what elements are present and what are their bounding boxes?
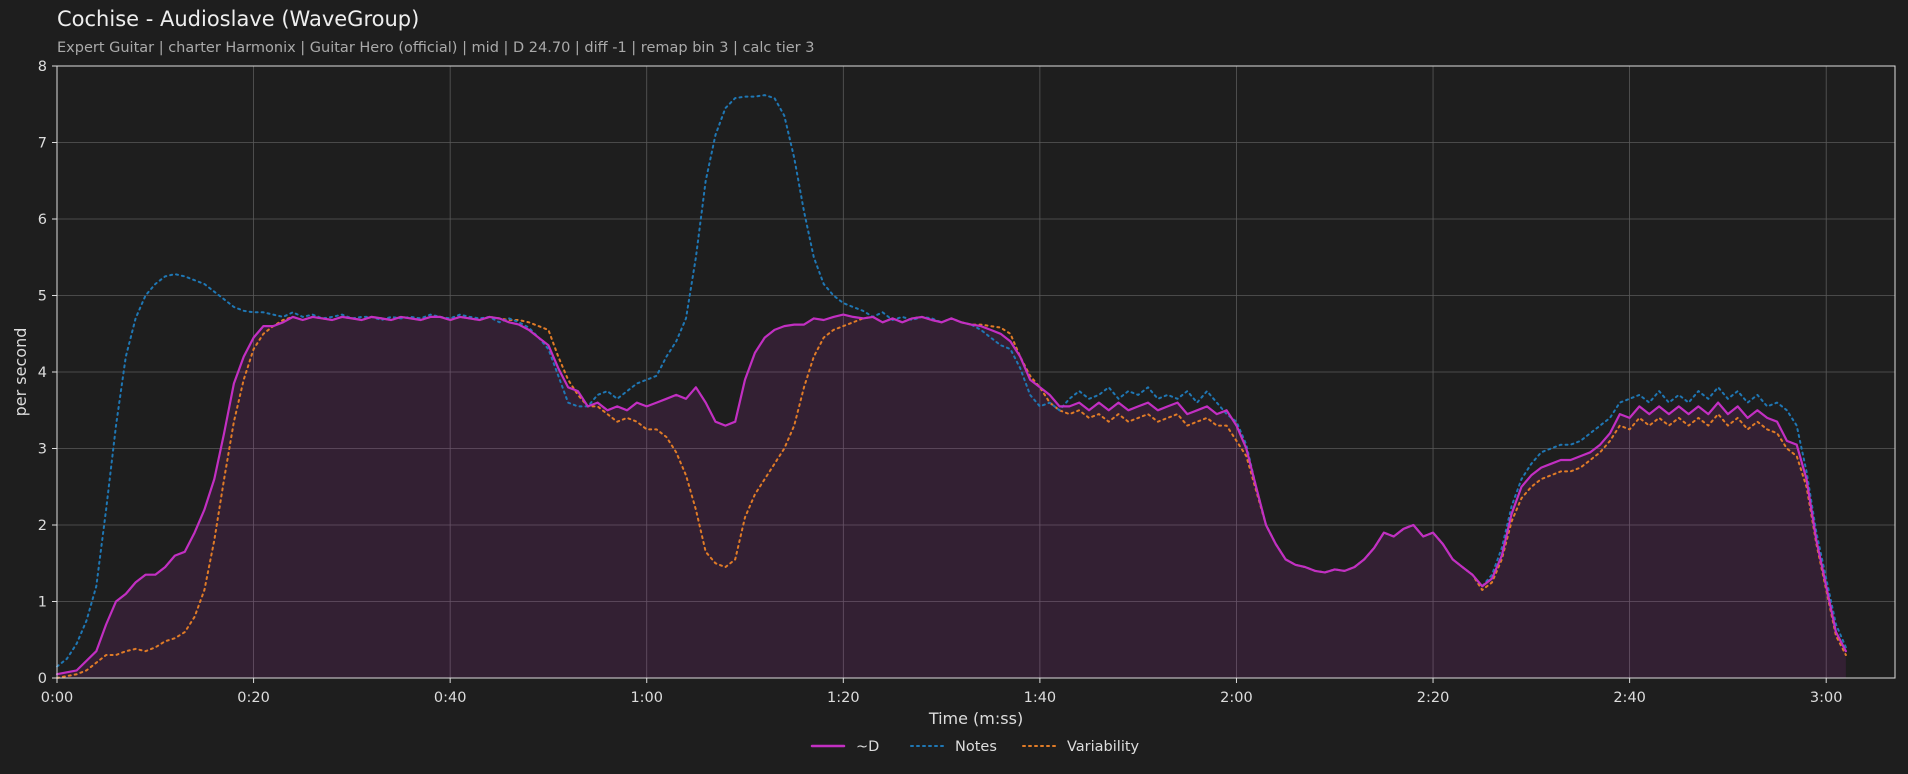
- y-tick-label: 2: [38, 518, 47, 534]
- x-tick-label: 1:00: [630, 690, 663, 706]
- chart-canvas: 0:00 0:20 0:40 1:00 1:20 1:40 2:00 2:20 2:40 3:00…: [11, 59, 1896, 755]
- x-tick-label: 0:20: [237, 690, 270, 706]
- y-tick-label: 6: [38, 212, 47, 228]
- legend-label-0: ~D: [856, 739, 879, 755]
- x-tick-label: 2:20: [1417, 690, 1450, 706]
- x-tick-label: 1:40: [1024, 690, 1057, 706]
- y-tick-label: 8: [38, 59, 47, 75]
- x-tick-label: 1:20: [827, 690, 860, 706]
- area-fill: [57, 314, 1846, 678]
- x-tick-label: 2:00: [1220, 690, 1253, 706]
- y-tick-label: 4: [38, 365, 47, 381]
- y-tick-label: 7: [38, 136, 47, 152]
- x-axis-label: Time (m:ss): [928, 709, 1023, 728]
- y-tick-label: 3: [38, 442, 47, 458]
- legend-label-1: Notes: [955, 739, 997, 755]
- legend: ~D Notes Variability: [810, 739, 1140, 755]
- series-fill-0: [57, 314, 1846, 678]
- x-tick-label: 0:00: [41, 690, 74, 706]
- x-tick-label: 3:00: [1810, 690, 1843, 706]
- legend-label-2: Variability: [1067, 739, 1140, 755]
- y-axis-label: per second: [11, 328, 30, 417]
- x-tick-label: 2:40: [1613, 690, 1646, 706]
- y-tick-label: 1: [38, 595, 47, 611]
- x-tick-label: 0:40: [434, 690, 467, 706]
- y-tick-label: 5: [38, 289, 47, 305]
- y-tick-label: 0: [38, 671, 47, 687]
